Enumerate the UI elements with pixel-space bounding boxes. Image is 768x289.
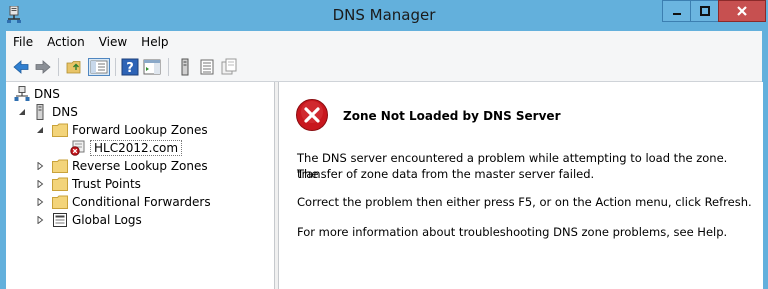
console-tree: DNS DNS Forward Lookup Zones HLC2012.com… [6, 82, 275, 289]
menu-view[interactable]: View [92, 31, 134, 53]
folder-icon [52, 177, 68, 191]
back-icon[interactable] [12, 58, 30, 76]
tree-item-reverse-lookup-zones[interactable]: Reverse Lookup Zones [52, 157, 208, 175]
menu-file[interactable]: File [6, 31, 40, 53]
expand-arrow-icon[interactable] [36, 162, 44, 170]
expand-arrow-icon[interactable] [36, 198, 44, 206]
tree-label: Global Logs [72, 213, 142, 227]
tree-label: Conditional Forwarders [72, 195, 211, 209]
tree-item-forward-lookup-zones[interactable]: Forward Lookup Zones [52, 121, 208, 139]
tree-root-dns[interactable]: DNS [14, 85, 60, 103]
folder-icon [52, 123, 68, 137]
toolbar-separator [168, 58, 169, 76]
details-pane: Zone Not Loaded by DNS Server The DNS se… [278, 82, 763, 289]
folder-icon [52, 159, 68, 173]
svg-text:?: ? [126, 61, 134, 76]
show-hide-tree-icon[interactable] [88, 58, 110, 76]
zone-error-icon [70, 140, 85, 156]
tree-item-dns-server[interactable]: DNS [32, 103, 78, 121]
toolbar: ? [6, 53, 762, 82]
tree-label: HLC2012.com [90, 140, 183, 156]
tree-label: Reverse Lookup Zones [72, 159, 208, 173]
folder-icon [52, 195, 68, 209]
tree-label: Trust Points [72, 177, 141, 191]
error-title: Zone Not Loaded by DNS Server [343, 109, 561, 123]
error-icon [296, 99, 328, 131]
dns-root-icon [14, 86, 30, 101]
toolbar-separator [58, 58, 59, 76]
menu-help[interactable]: Help [134, 31, 175, 53]
tree-item-zone-hlc2012[interactable]: HLC2012.com [70, 139, 183, 157]
action-pane-icon[interactable] [143, 58, 161, 76]
minimize-icon [673, 13, 681, 15]
toolbar-separator [115, 58, 116, 76]
help-icon[interactable]: ? [121, 58, 139, 76]
minimize-button[interactable] [662, 0, 692, 22]
copy-icon[interactable] [220, 58, 238, 76]
server-icon [36, 104, 44, 120]
maximize-button[interactable] [690, 0, 720, 22]
dns-manager-window: DNS Manager File Action View Help ? DNS … [0, 0, 768, 289]
expand-arrow-icon[interactable] [36, 216, 44, 224]
window-title: DNS Manager [332, 6, 436, 24]
menu-action[interactable]: Action [40, 31, 92, 53]
forward-icon[interactable] [34, 58, 52, 76]
collapse-arrow-icon[interactable] [18, 108, 26, 116]
title-bar[interactable]: DNS Manager [0, 0, 768, 31]
tree-item-conditional-forwarders[interactable]: Conditional Forwarders [52, 193, 211, 211]
up-folder-icon[interactable] [66, 58, 84, 76]
log-icon [53, 213, 67, 227]
close-icon [737, 6, 747, 16]
tree-label: DNS [34, 87, 60, 101]
tree-item-trust-points[interactable]: Trust Points [52, 175, 141, 193]
collapse-arrow-icon[interactable] [36, 126, 44, 134]
records-icon[interactable] [198, 58, 216, 76]
server-icon[interactable] [176, 58, 194, 76]
tree-item-global-logs[interactable]: Global Logs [52, 211, 142, 229]
maximize-icon [700, 6, 710, 16]
error-description-line-2: transfer of zone data from the master se… [297, 167, 595, 181]
tree-label: Forward Lookup Zones [72, 123, 208, 137]
expand-arrow-icon[interactable] [36, 180, 44, 188]
correction-instructions: Correct the problem then either press F5… [297, 195, 752, 209]
help-reference-text: For more information about troubleshooti… [297, 225, 728, 239]
tree-label: DNS [52, 105, 78, 119]
close-button[interactable] [718, 0, 766, 22]
menu-bar: File Action View Help [6, 31, 762, 53]
